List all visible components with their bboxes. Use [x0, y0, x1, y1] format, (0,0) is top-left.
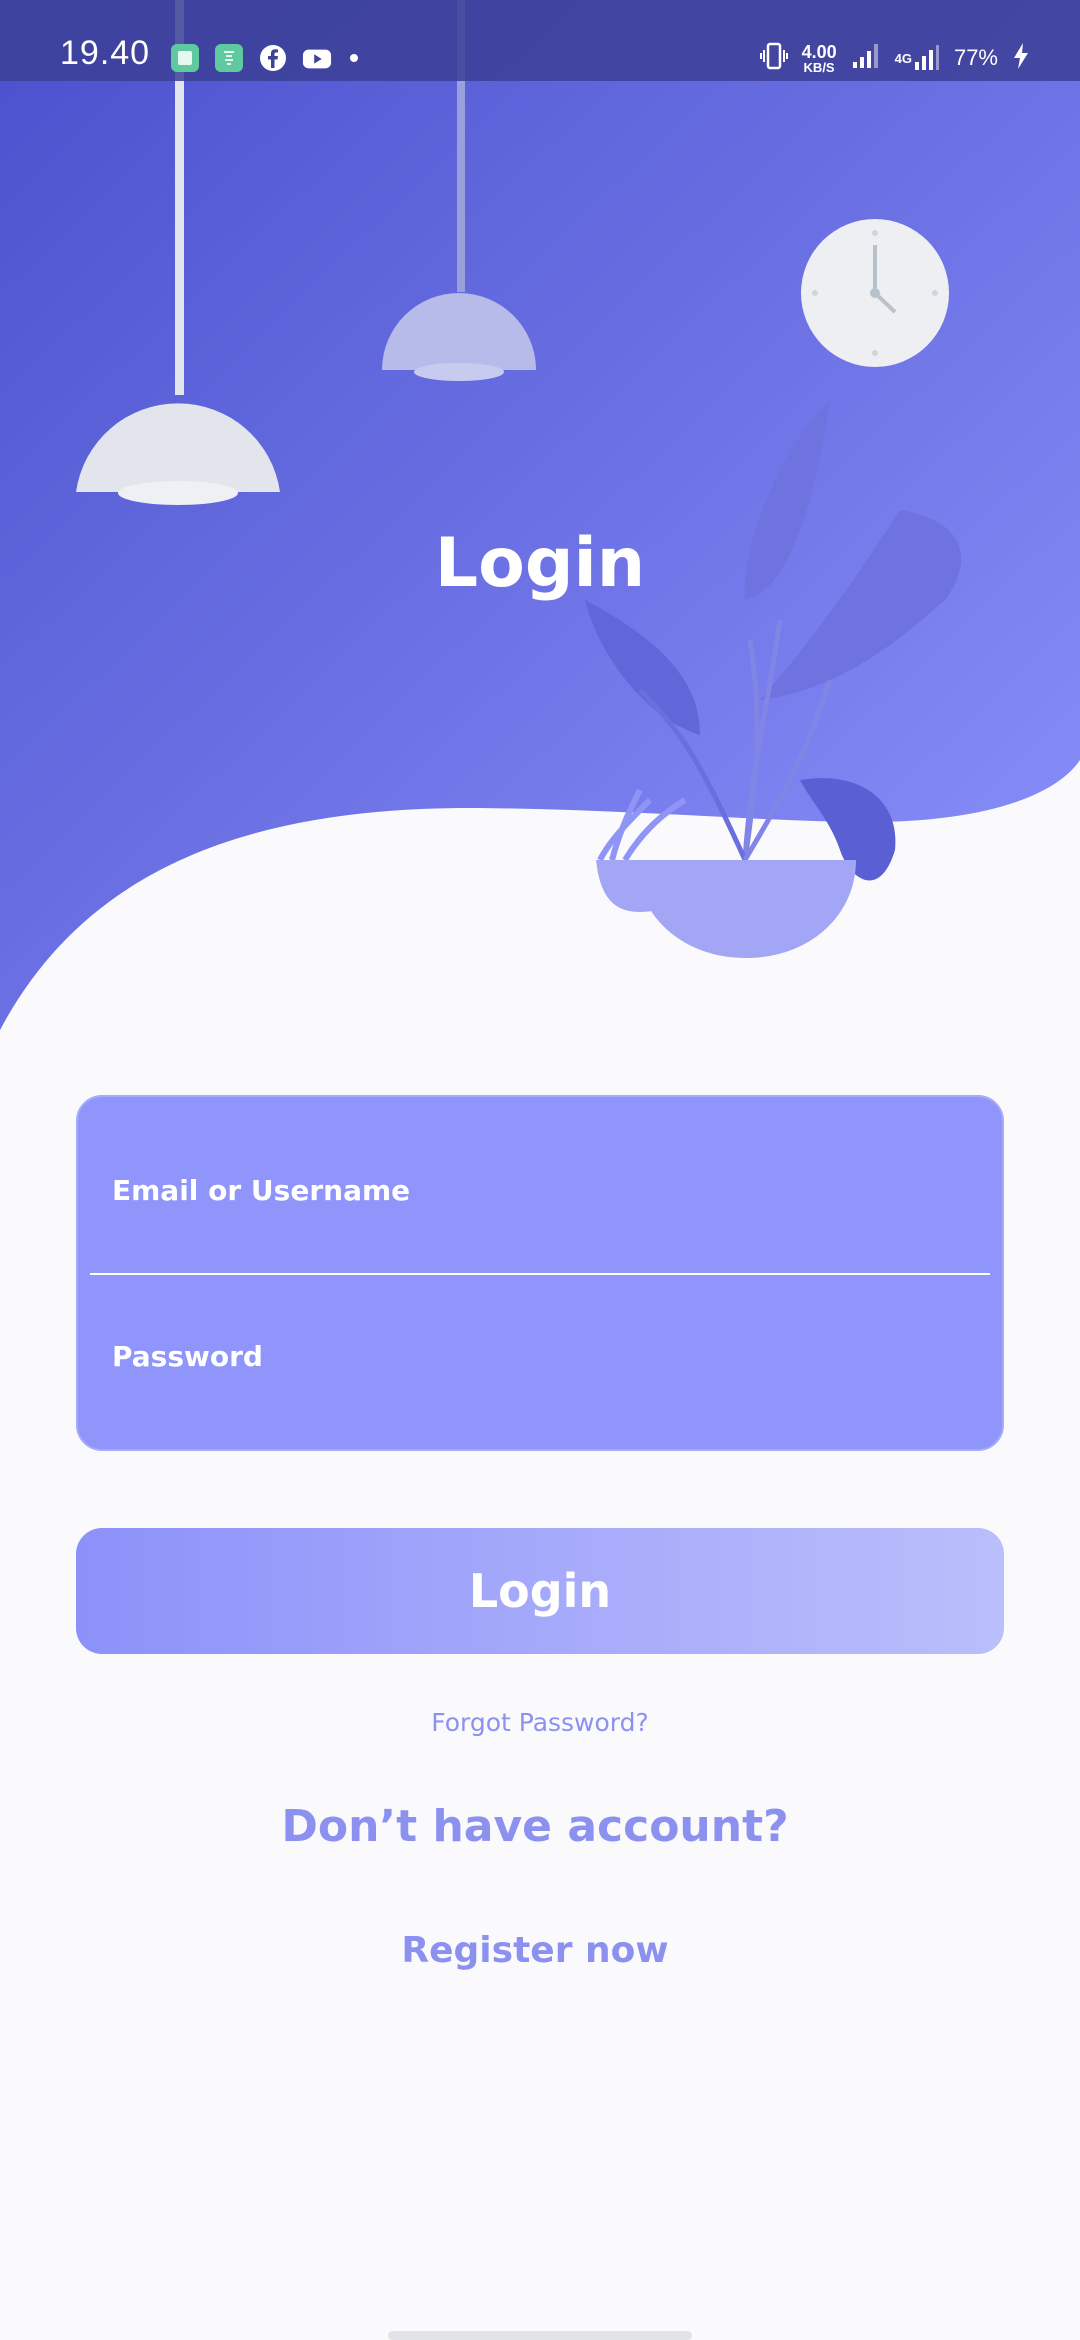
- youtube-icon: [302, 43, 332, 73]
- system-icons: 4.00 KB/S 4G 77%: [759, 38, 1030, 78]
- email-field[interactable]: Email or Username: [78, 1097, 1002, 1267]
- app-notification-icon: [170, 43, 200, 73]
- more-dot-icon: [346, 43, 362, 73]
- status-bar: 19.40 4.00 KB/S 4G 77%: [0, 0, 1080, 81]
- wall-clock-illustration: [801, 219, 949, 367]
- email-placeholder: Email or Username: [112, 1174, 411, 1207]
- notification-icons: [170, 40, 362, 76]
- signal-icon: [851, 42, 881, 75]
- password-field[interactable]: Password: [78, 1273, 1002, 1443]
- charging-icon: [1012, 42, 1030, 75]
- net-speed: 4.00 KB/S: [801, 41, 837, 75]
- page-title: Login: [434, 524, 646, 603]
- facebook-icon: [258, 43, 288, 73]
- hero-illustration: [0, 0, 1080, 1030]
- home-indicator[interactable]: [388, 2331, 692, 2340]
- password-placeholder: Password: [112, 1340, 263, 1373]
- shield-app-icon: [214, 43, 244, 73]
- vibrate-icon: [759, 41, 788, 76]
- forgot-password-link[interactable]: Forgot Password?: [0, 1710, 1080, 1735]
- login-button[interactable]: Login: [76, 1528, 1004, 1654]
- status-time: 19.40: [60, 34, 151, 72]
- signal-4g-icon: 4G: [895, 44, 940, 72]
- login-form-card: Email or Username Password: [76, 1095, 1004, 1451]
- register-now-link[interactable]: Register now: [0, 1933, 1070, 1969]
- no-account-prompt: Don’t have account?: [281, 1801, 789, 1852]
- battery-percent: 77%: [953, 45, 998, 70]
